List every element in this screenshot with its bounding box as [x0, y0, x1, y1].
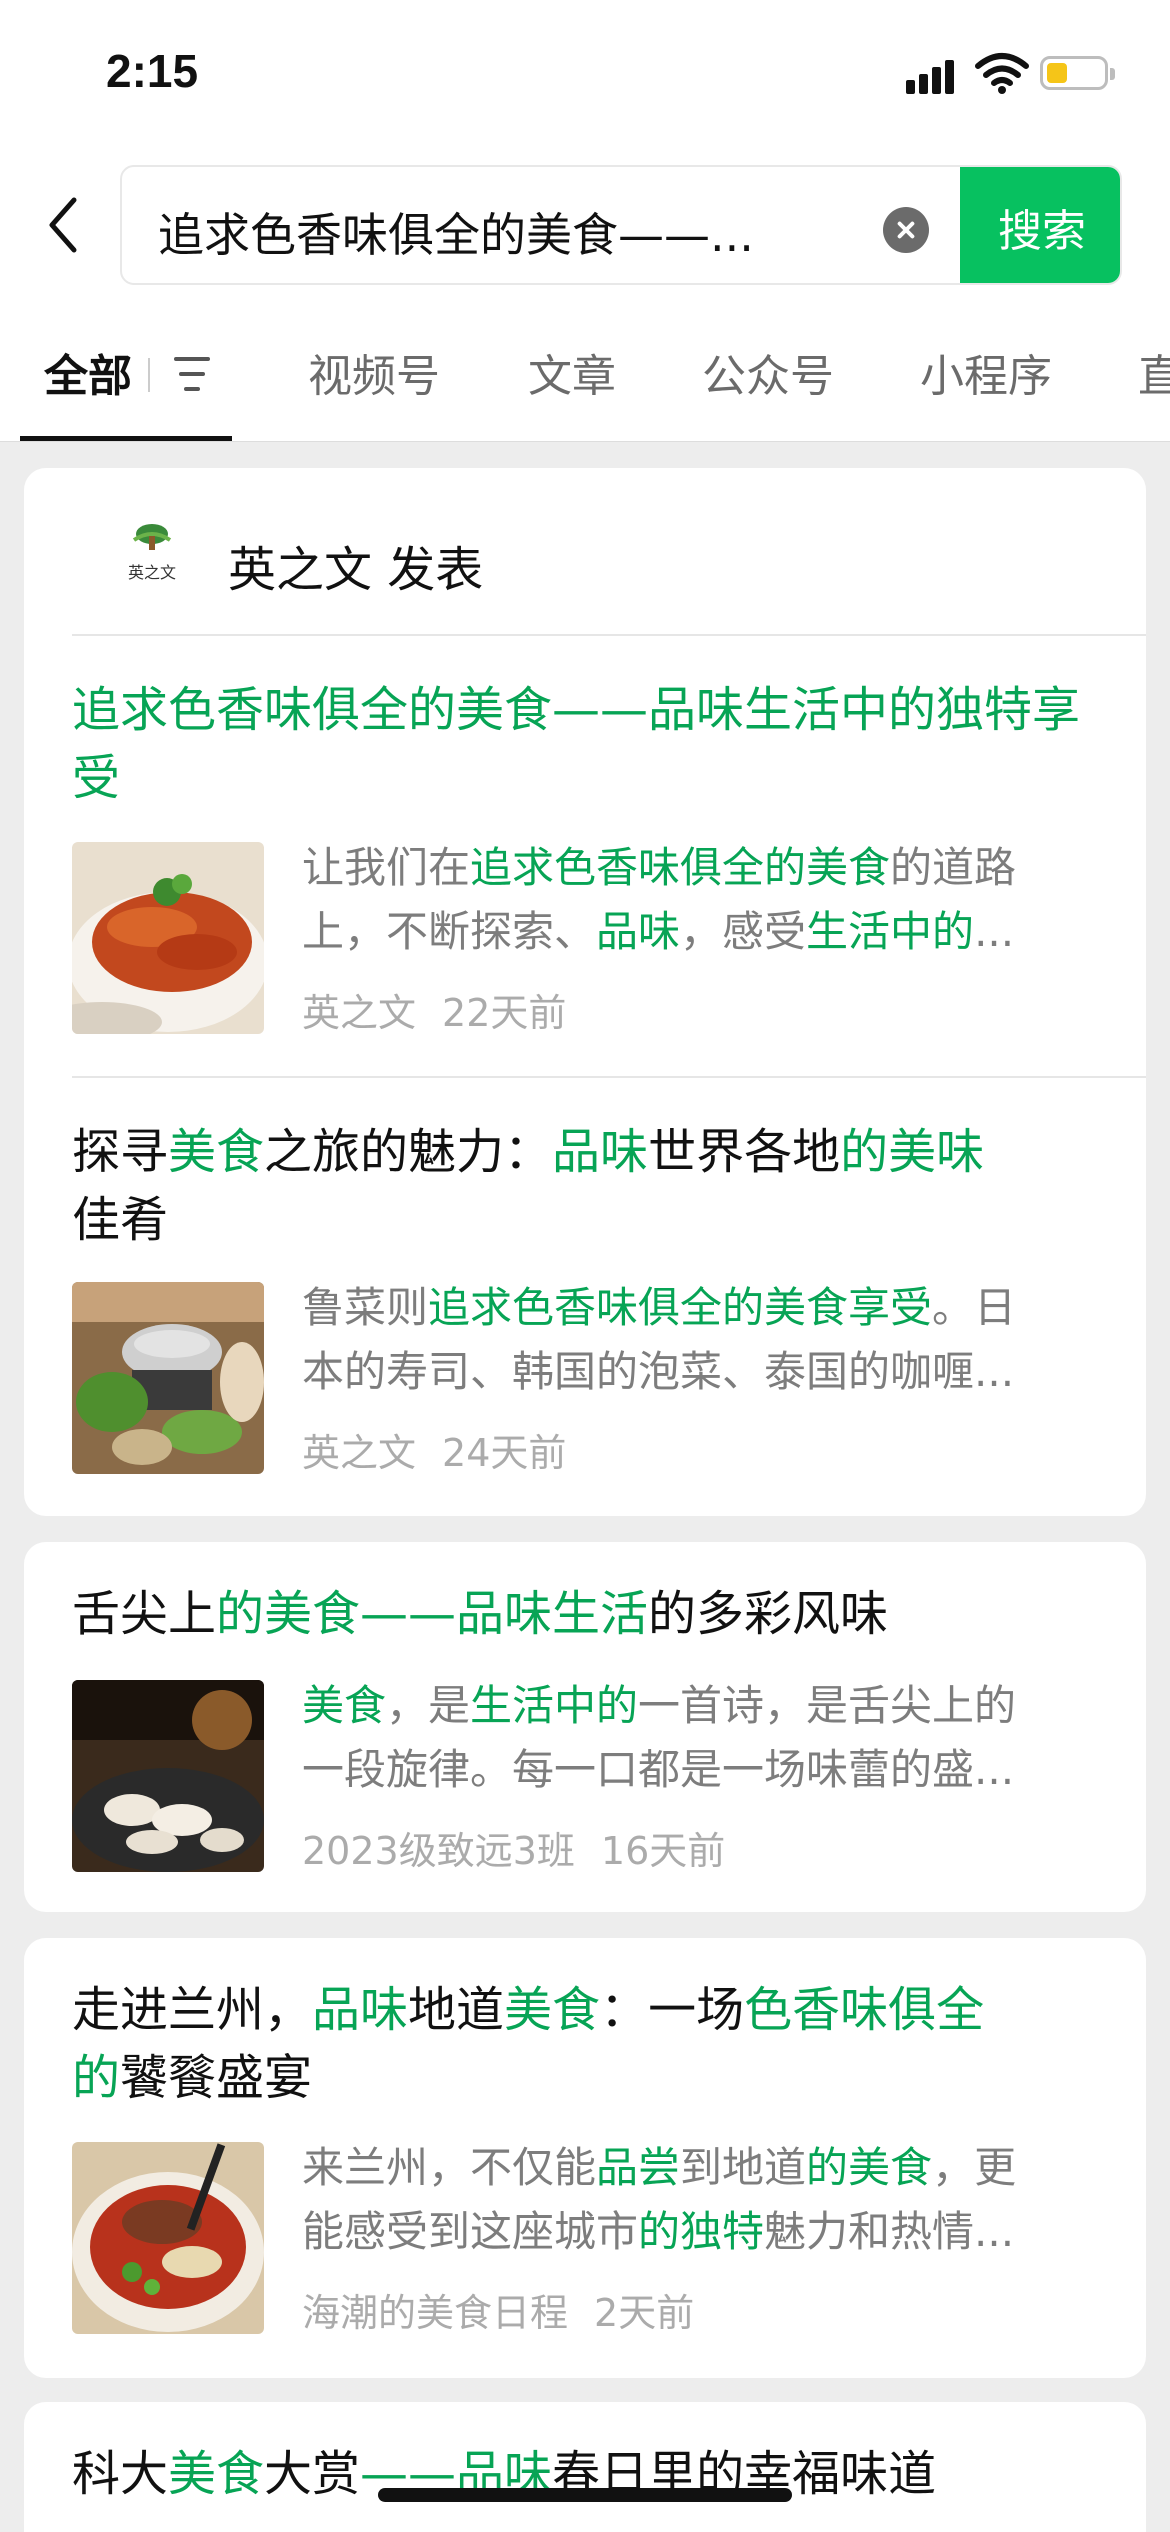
account-card: 英之文 英之文 发表 追求色香味俱全的美食——品味生活中的独特享受 让我们在追求… [24, 468, 1146, 1516]
account-name: 英之文 发表 [228, 542, 484, 598]
clear-icon[interactable] [883, 207, 929, 253]
search-input[interactable]: 追求色香味俱全的美食——... [158, 199, 754, 265]
article-meta: 2023级致远3班 16天前 [302, 1820, 725, 1875]
article-thumbnail[interactable] [72, 2142, 264, 2334]
article-source: 2023级致远3班 [302, 1829, 575, 1873]
article-meta: 英之文 24天前 [302, 1422, 566, 1477]
tab-divider [148, 358, 150, 392]
search-box[interactable]: 追求色香味俱全的美食——... 搜索 [120, 165, 1122, 285]
article-source: 海潮的美食日程 [302, 2291, 569, 2335]
wifi-icon [975, 53, 1029, 94]
article-title[interactable]: 走进兰州，品味地道美食：一场色香味俱全 的饕餮盛宴 [72, 1976, 1112, 2112]
search-header: 追求色香味俱全的美食——... 搜索 [0, 150, 1170, 300]
tab-channels[interactable]: 视频号 [308, 340, 440, 404]
article-source: 英之文 [302, 1431, 417, 1475]
article-title[interactable]: 探寻美食之旅的魅力：品味世界各地的美味 佳肴 [72, 1118, 1112, 1254]
article-time: 24天前 [442, 1431, 567, 1475]
article-time: 2天前 [594, 2291, 695, 2335]
article-source: 英之文 [302, 991, 417, 1035]
article-meta: 海潮的美食日程 2天前 [302, 2282, 694, 2337]
home-indicator[interactable] [378, 2488, 792, 2502]
divider [72, 634, 1146, 636]
status-time: 2:15 [106, 45, 199, 97]
article-excerpt: 让我们在追求色香味俱全的美食的道路 上，不断探索、品味，感受生活中的... [302, 843, 1017, 956]
article-thumbnail[interactable] [72, 842, 264, 1034]
article-time: 16天前 [600, 1829, 726, 1873]
tab-live[interactable]: 直 [1138, 340, 1170, 404]
article-excerpt: 美食，是生活中的一首诗，是舌尖上的 一段旋律。每一口都是一场味蕾的盛... [302, 1681, 1017, 1794]
article-meta: 英之文 22天前 [302, 982, 566, 1037]
back-icon[interactable] [40, 190, 90, 260]
article-card: 科大美食大赏——品味春日里的幸福味道 [24, 2402, 1146, 2532]
tab-articles[interactable]: 文章 [528, 340, 616, 404]
article-excerpt: 来兰州，不仅能品尝到地道的美食，更 能感受到这座城市的独特魅力和热情... [302, 2143, 1017, 2256]
status-bar: 2:15 [0, 0, 1170, 150]
article-card: 舌尖上的美食——品味生活的多彩风味 美食，是生活中的一首诗，是舌尖上的 一段旋律… [24, 1542, 1146, 1912]
article-excerpt: 鲁菜则追求色香味俱全的美食享受。日 本的寿司、韩国的泡菜、泰国的咖喱... [302, 1283, 1017, 1396]
tab-bar: 全部 视频号 文章 公众号 小程序 直 [0, 300, 1170, 442]
tab-mini-programs[interactable]: 小程序 [920, 340, 1052, 404]
cellular-signal-icon [906, 58, 958, 94]
active-tab-indicator [20, 436, 232, 441]
filter-icon[interactable] [170, 357, 214, 393]
tab-all[interactable]: 全部 [44, 340, 132, 404]
article-card: 走进兰州，品味地道美食：一场色香味俱全 的饕餮盛宴 来兰州，不仅能品尝到地道的美食… [24, 1938, 1146, 2378]
battery-icon [1040, 56, 1115, 90]
article-title[interactable]: 追求色香味俱全的美食——品味生活中的独特享受 [72, 676, 1112, 812]
divider [72, 1076, 1146, 1078]
svg-text:英之文: 英之文 [128, 563, 176, 582]
account-header[interactable]: 英之文 英之文 发表 [72, 506, 1146, 606]
article-thumbnail[interactable] [72, 1680, 264, 1872]
search-button[interactable]: 搜索 [960, 167, 1120, 283]
account-logo-icon: 英之文 [128, 524, 176, 582]
tab-official-accounts[interactable]: 公众号 [702, 340, 834, 404]
article-title[interactable]: 舌尖上的美食——品味生活的多彩风味 [72, 1580, 1112, 1648]
article-time: 22天前 [442, 991, 567, 1035]
article-thumbnail[interactable] [72, 1282, 264, 1474]
